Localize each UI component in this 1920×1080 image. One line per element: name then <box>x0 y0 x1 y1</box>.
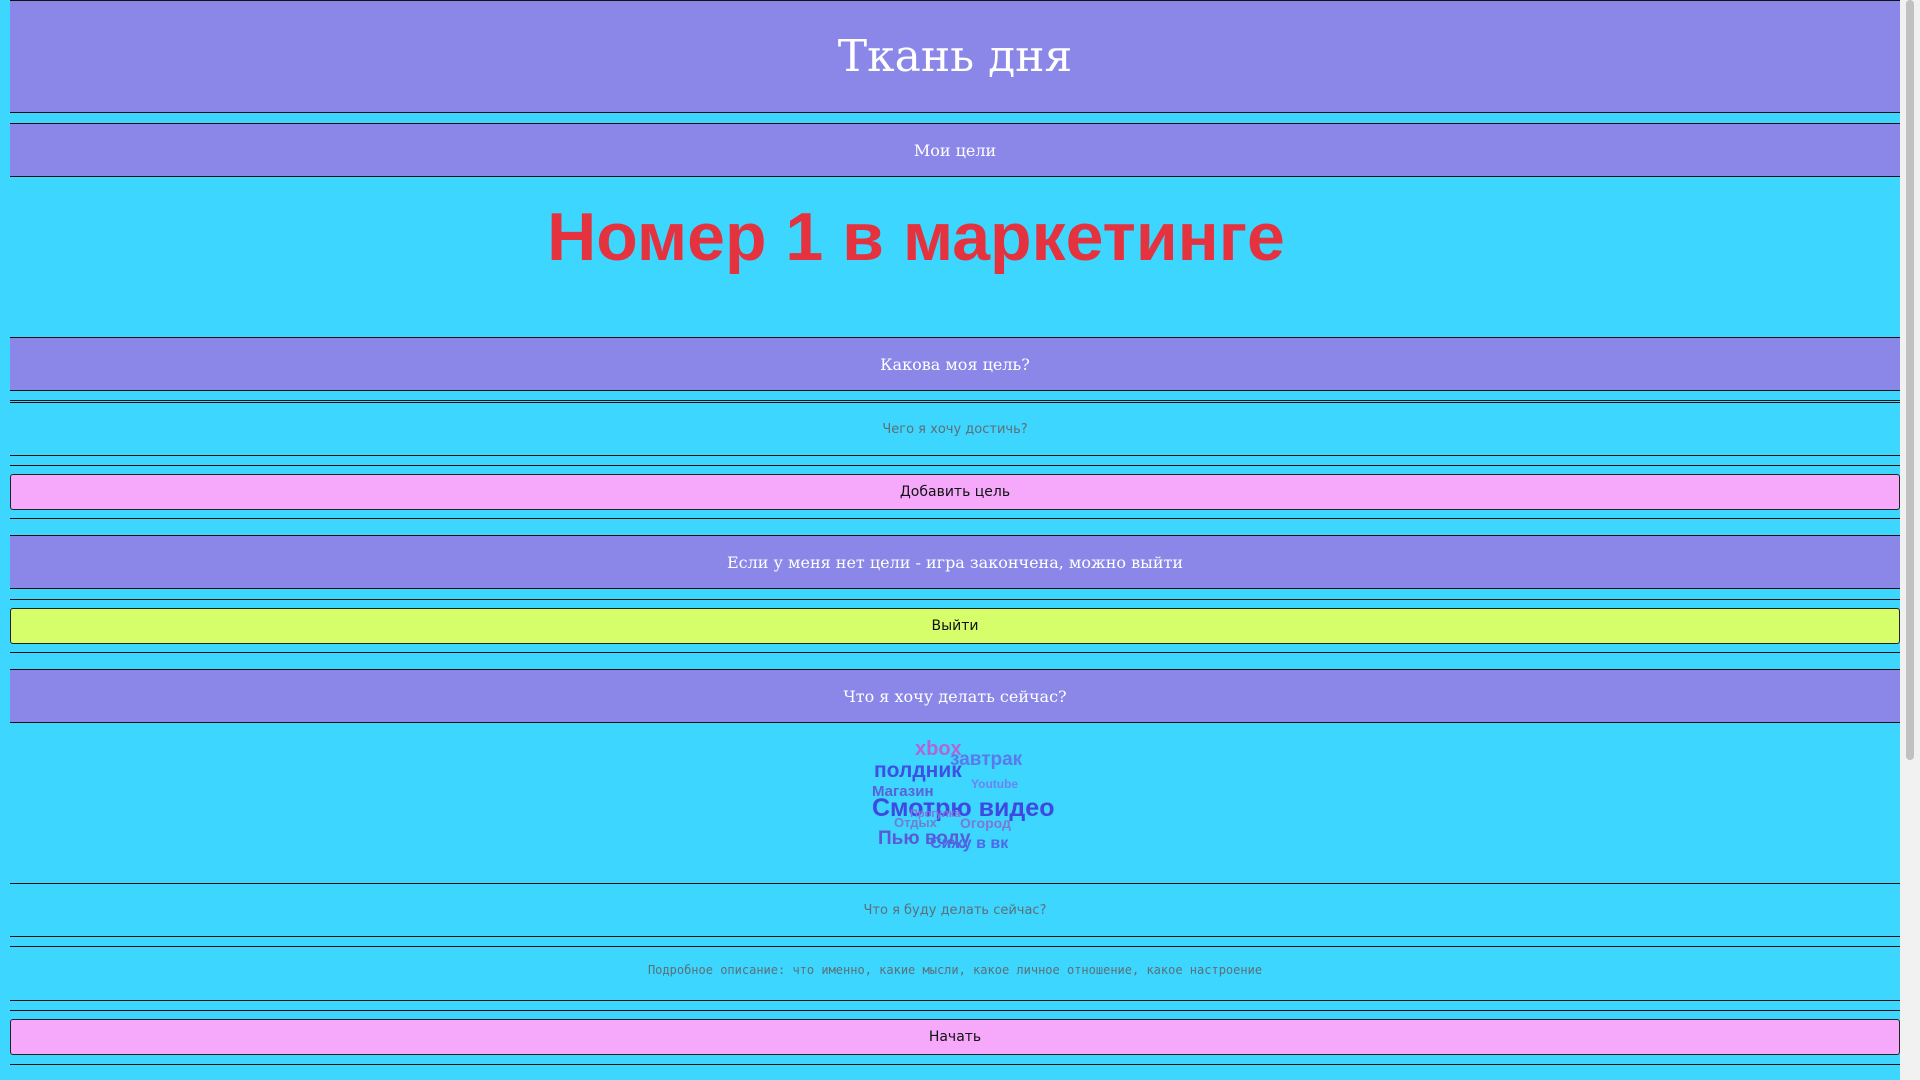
details-placeholder: Подробное описание: что именно, какие мы… <box>647 963 1263 977</box>
divider <box>10 652 1900 653</box>
goal-question-label: Какова моя цель? <box>880 354 1030 374</box>
divider <box>10 599 1900 600</box>
goal-input-placeholder: Чего я хочу достичь? <box>882 421 1028 437</box>
add-goal-button-label: Добавить цель <box>899 484 1011 500</box>
cloud-word[interactable]: Сижу в вк <box>930 836 1008 852</box>
now-question-label: Что я хочу делать сейчас? <box>843 686 1067 706</box>
page-viewport: Ткань дня Мои цели Номер 1 в маркетинге … <box>0 0 1900 1080</box>
exit-button[interactable]: Выйти <box>10 608 1900 644</box>
cloud-word[interactable]: Прогулка <box>910 809 961 820</box>
now-question-bar: Что я хочу делать сейчас? <box>10 669 1900 723</box>
vertical-scrollbar[interactable] <box>1900 0 1920 1080</box>
divider <box>10 1010 1900 1011</box>
activity-word-cloud: xbox завтрак полдник Youtube Магазин Смо… <box>860 728 1080 863</box>
start-button[interactable]: Начать <box>10 1019 1900 1055</box>
goals-bar: Мои цели <box>10 123 1900 177</box>
now-activity-placeholder: Что я буду делать сейчас? <box>863 902 1047 918</box>
details-textarea[interactable]: Подробное описание: что именно, какие мы… <box>10 946 1900 1001</box>
scrollbar-thumb[interactable] <box>1906 0 1914 760</box>
exit-button-label: Выйти <box>931 618 979 634</box>
page-title: Ткань дня <box>837 31 1073 82</box>
add-goal-button[interactable]: Добавить цель <box>10 474 1900 510</box>
no-goal-label: Если у меня нет цели - игра закончена, м… <box>726 552 1184 572</box>
start-button-label: Начать <box>928 1029 982 1045</box>
cloud-word[interactable]: Youtube <box>971 778 1018 790</box>
page-header: Ткань дня <box>10 0 1900 113</box>
divider <box>10 1064 1900 1065</box>
cloud-word[interactable]: полдник <box>874 760 962 781</box>
divider <box>10 400 1900 401</box>
current-goal-text: Номер 1 в маркетинге <box>547 199 1285 275</box>
divider <box>10 518 1900 519</box>
now-activity-input[interactable]: Что я буду делать сейчас? <box>10 883 1900 937</box>
goals-bar-label: Мои цели <box>913 140 997 160</box>
no-goal-bar: Если у меня нет цели - игра закончена, м… <box>10 535 1900 589</box>
goal-question-bar: Какова моя цель? <box>10 337 1900 391</box>
goal-input[interactable]: Чего я хочу достичь? <box>10 402 1900 456</box>
divider <box>10 465 1900 466</box>
